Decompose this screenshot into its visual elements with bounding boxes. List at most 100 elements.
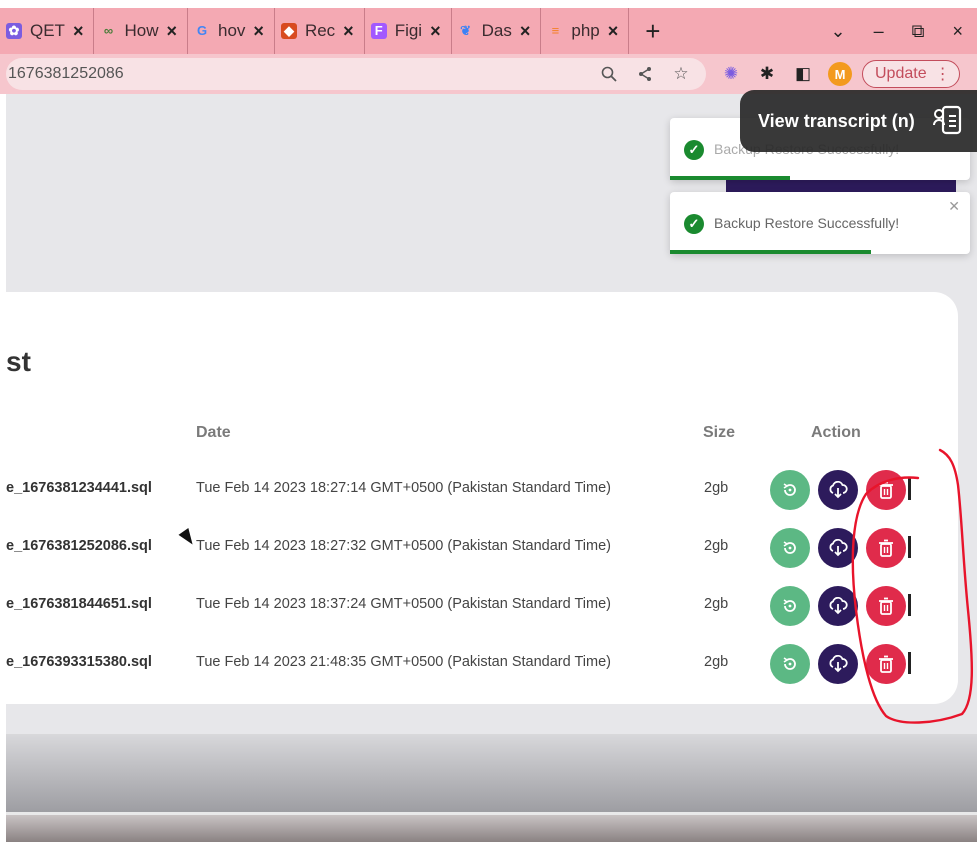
delete-button[interactable]	[866, 528, 906, 568]
cloud-download-icon	[829, 539, 848, 557]
column-header-size: Size	[703, 424, 736, 441]
delete-button[interactable]	[866, 470, 906, 510]
file-date: Tue Feb 14 2023 21:48:35 GMT+0500 (Pakis…	[196, 654, 611, 670]
google-icon: G	[196, 23, 208, 38]
tab-label: hov	[218, 21, 246, 40]
browser-tab[interactable]: ✿ QET ×	[0, 8, 95, 54]
browser-toolbar: 1676381252086 ☆ ✺ ✱ ◧ M Update ⋮	[0, 54, 977, 94]
table-row: e_1676381252086.sql Tue Feb 14 2023 18:2…	[6, 528, 958, 568]
tab-label: Das	[481, 21, 512, 40]
view-transcript-button[interactable]: View transcript (n)	[740, 90, 977, 152]
file-date: Tue Feb 14 2023 18:27:14 GMT+0500 (Pakis…	[196, 480, 611, 496]
page-title: st	[6, 346, 31, 377]
overflow-marker	[908, 536, 911, 558]
minimize-icon[interactable]: –	[860, 21, 898, 42]
restore-button[interactable]	[770, 644, 810, 684]
trash-icon	[879, 481, 893, 499]
update-label: Update	[875, 65, 927, 82]
browser-tab[interactable]: ❦ Das ×	[452, 8, 542, 54]
restore-button[interactable]	[770, 586, 810, 626]
restore-window-icon[interactable]: ⧉	[898, 21, 939, 42]
browser-tab[interactable]: ∞ How ×	[94, 8, 188, 54]
tab-label: php	[571, 21, 600, 40]
download-button[interactable]	[818, 528, 858, 568]
share-icon[interactable]	[634, 63, 656, 85]
close-window-icon[interactable]: ×	[938, 21, 977, 42]
download-button[interactable]	[818, 470, 858, 510]
update-button[interactable]: Update ⋮	[862, 60, 960, 88]
table-row: e_1676393315380.sql Tue Feb 14 2023 21:4…	[6, 644, 958, 684]
download-button[interactable]	[818, 586, 858, 626]
delete-button[interactable]	[866, 586, 906, 626]
browser-tab[interactable]: F Figi ×	[365, 8, 452, 54]
toast-notification: ✓ Backup Restore Successfully! ✕	[670, 192, 970, 254]
bird-icon: ❦	[460, 23, 472, 38]
puzzle-icon[interactable]: ✱	[756, 63, 778, 85]
avatar[interactable]: M	[828, 62, 852, 86]
stack-icon: ≡	[551, 23, 560, 38]
restore-icon	[783, 483, 796, 496]
file-size: 2gb	[704, 538, 729, 554]
trash-icon	[879, 539, 893, 557]
browser-tab[interactable]: ≡ php ×	[541, 8, 630, 54]
tab-label: QET	[30, 21, 65, 40]
file-name: e_1676381252086.sql	[6, 538, 152, 554]
browser-tab[interactable]: G hov ×	[188, 8, 275, 54]
restore-icon	[783, 541, 796, 554]
side-panel-icon[interactable]: ◧	[792, 63, 814, 85]
cloud-download-icon	[829, 481, 848, 499]
toast-progress-bar	[670, 250, 871, 254]
star-icon[interactable]: ☆	[670, 63, 692, 85]
new-tab-button[interactable]: +	[629, 16, 676, 47]
restore-button[interactable]	[770, 470, 810, 510]
file-date: Tue Feb 14 2023 18:37:24 GMT+0500 (Pakis…	[196, 596, 611, 612]
file-size: 2gb	[704, 480, 729, 496]
check-circle-icon: ✓	[684, 140, 704, 160]
file-name: e_1676381844651.sql	[6, 596, 152, 612]
qet-icon: ✿	[6, 23, 22, 39]
page-footer-shadow	[6, 734, 977, 814]
bottom-bar	[6, 812, 977, 842]
file-date: Tue Feb 14 2023 18:27:32 GMT+0500 (Pakis…	[196, 538, 611, 554]
table-row: e_1676381234441.sql Tue Feb 14 2023 18:2…	[6, 470, 958, 510]
backup-list-card: st Date Size Action e_1676381234441.sql …	[6, 292, 958, 704]
browser-tab-strip: ✿ QET × ∞ How × G hov × ◆ Rec × F Figi ×…	[0, 8, 977, 54]
restore-icon	[783, 599, 796, 612]
link-icon: ∞	[103, 23, 114, 38]
close-icon[interactable]: ×	[608, 21, 619, 42]
close-icon[interactable]: ×	[343, 21, 354, 42]
browser-tab[interactable]: ◆ Rec ×	[275, 8, 365, 54]
chevron-down-icon[interactable]: ⌄	[817, 21, 860, 42]
cloud-download-icon	[829, 597, 848, 615]
overflow-marker	[908, 478, 911, 500]
file-name: e_1676393315380.sql	[6, 654, 152, 670]
transcript-icon	[932, 105, 961, 135]
column-header-date: Date	[196, 424, 231, 441]
url-text: 1676381252086	[8, 65, 124, 82]
restore-icon	[783, 657, 796, 670]
close-icon[interactable]: ×	[430, 21, 441, 42]
restore-button[interactable]	[770, 528, 810, 568]
tab-label: Rec	[304, 21, 336, 40]
toast-progress-bar	[670, 176, 790, 180]
figma-icon: F	[370, 23, 387, 39]
close-icon[interactable]: ×	[73, 21, 84, 42]
address-bar[interactable]: 1676381252086 ☆	[6, 58, 706, 90]
delete-button[interactable]	[866, 644, 906, 684]
kebab-menu-icon: ⋮	[934, 66, 951, 83]
cloud-download-icon	[829, 655, 848, 673]
overflow-marker	[908, 652, 911, 674]
close-icon[interactable]: ×	[166, 21, 177, 42]
close-icon[interactable]: ×	[520, 21, 531, 42]
transcript-label: View transcript (n)	[758, 110, 915, 131]
column-header-action: Action	[811, 424, 861, 441]
file-size: 2gb	[704, 654, 729, 670]
zoom-icon[interactable]	[598, 63, 620, 85]
toast-message: Backup Restore Successfully!	[714, 215, 900, 231]
gem-icon: ◆	[280, 23, 297, 39]
close-icon[interactable]: ✕	[948, 198, 960, 215]
overflow-marker	[908, 594, 911, 616]
close-icon[interactable]: ×	[253, 21, 264, 42]
extension-flower-icon[interactable]: ✺	[720, 63, 742, 85]
download-button[interactable]	[818, 644, 858, 684]
